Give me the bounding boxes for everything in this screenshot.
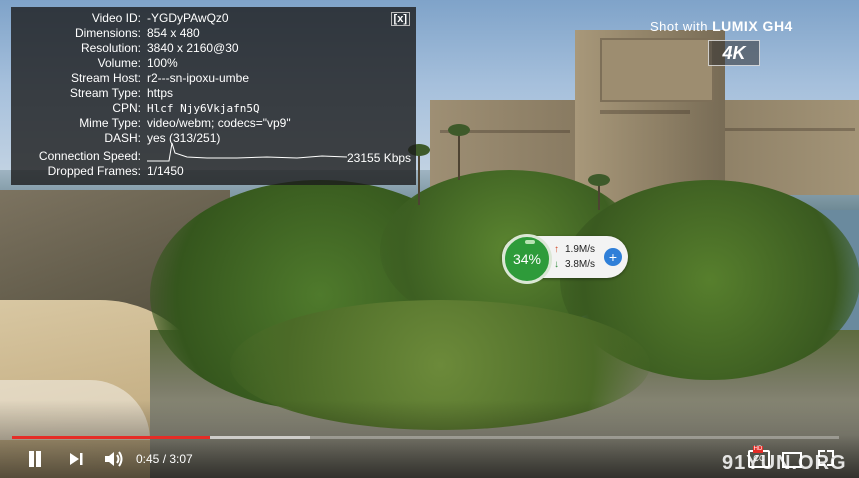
stat-value-connection-speed: 23155 Kbps [347, 151, 412, 165]
palm-tree [588, 174, 610, 186]
stat-value-video-id: -YGDyPAwQz0 [147, 11, 229, 25]
next-icon-bar [80, 453, 83, 465]
gauge-indicator [525, 240, 535, 244]
ruin-detail [600, 110, 690, 114]
upload-arrow-icon: ↑ [554, 244, 559, 255]
next-video-button[interactable] [68, 451, 84, 467]
video-player[interactable]: Shot with LUMIX GH4 4K [x] Video ID: -YGD… [0, 0, 859, 478]
upload-rate-value: 1.9M/s [565, 244, 596, 255]
palm-tree [418, 150, 420, 205]
played-bar [12, 436, 211, 439]
volume-button[interactable] [103, 449, 125, 469]
connection-speed-graph [147, 142, 347, 162]
site-watermark: 91YUN.ORG [722, 452, 847, 474]
stat-value-resolution: 3840 x 2160@30 [147, 41, 239, 55]
palm-tree [458, 130, 460, 180]
stat-label-dropped-frames: Dropped Frames: [47, 164, 141, 178]
speaker-icon [105, 452, 114, 466]
download-arrow-icon: ↓ [554, 259, 559, 270]
upload-rate: ↑ 1.9M/s [554, 244, 595, 255]
palm-tree [448, 124, 470, 136]
stat-label-dimensions: Dimensions: [74, 26, 141, 40]
ruin-temple-top [600, 38, 714, 102]
stat-label-video-id: Video ID: [91, 11, 141, 25]
stat-label-dash: DASH: [104, 131, 141, 145]
stat-value-dropped-frames: 1/1450 [147, 164, 184, 178]
stat-value-stream-type: https [147, 86, 174, 100]
progress-bar[interactable] [12, 436, 839, 439]
stat-label-stream-host: Stream Host: [70, 71, 141, 85]
stat-label-connection-speed: Connection Speed: [38, 149, 141, 163]
ruin-detail [725, 128, 855, 131]
stat-label-cpn: CPN: [112, 101, 141, 115]
stat-value-stream-host: r2---sn-ipoxu-umbe [147, 71, 250, 85]
expand-plus-button[interactable]: + [604, 248, 622, 266]
stat-value-cpn: Hlcf Njy6Vkjafn5Q [147, 102, 260, 115]
pause-icon [36, 451, 41, 467]
close-stats-button[interactable]: [x] [390, 12, 410, 26]
next-icon [70, 453, 79, 465]
usage-percent: 34% [512, 251, 542, 267]
stat-label-stream-type: Stream Type: [69, 86, 141, 100]
download-rate: ↓ 3.8M/s [554, 259, 595, 270]
usage-gauge: 34% [502, 234, 552, 284]
connection-speed-line [147, 142, 347, 162]
time-display: 0:45 / 3:07 [136, 452, 193, 466]
camera-watermark: Shot with LUMIX GH4 [650, 18, 793, 34]
watermark-brand: LUMIX GH4 [712, 18, 793, 34]
watermark-prefix: Shot with [650, 19, 708, 34]
stat-label-volume: Volume: [97, 56, 141, 70]
stat-value-mime-type: video/webm; codecs="vp9" [147, 116, 291, 130]
stat-value-volume: 100% [147, 56, 178, 70]
stat-label-mime-type: Mime Type: [79, 116, 141, 130]
pause-icon [29, 451, 34, 467]
4k-badge: 4K [708, 40, 760, 66]
stat-label-resolution: Resolution: [80, 41, 141, 55]
network-speed-widget[interactable]: 34% ↑ 1.9M/s ↓ 3.8M/s + [502, 234, 628, 284]
stat-value-dimensions: 854 x 480 [147, 26, 200, 40]
download-rate-value: 3.8M/s [565, 259, 596, 270]
pause-button[interactable] [27, 451, 43, 467]
volume-wave-icon [116, 454, 120, 464]
stats-for-nerds-panel: [x] Video ID: -YGDyPAwQz0 Dimensions: 854 … [11, 7, 416, 185]
